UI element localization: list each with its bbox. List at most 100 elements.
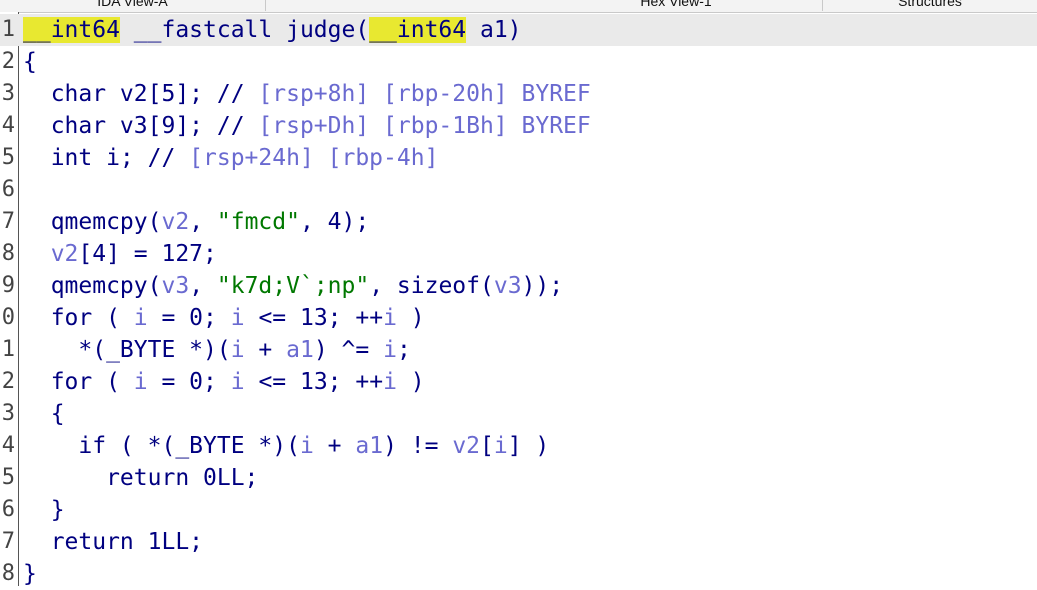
code-token: a1)	[466, 17, 522, 43]
code-text: char v2[5]; // [rsp+8h] [rbp-20h] BYREF	[23, 78, 591, 110]
code-token: v3	[161, 273, 190, 299]
code-line[interactable]: 6	[0, 174, 1037, 206]
code-token: "fmcd"	[216, 209, 300, 235]
code-text: }	[23, 494, 65, 526]
code-line[interactable]: 2{	[0, 46, 1037, 78]
code-token: [rsp+8h] [rbp-20h] BYREF	[258, 81, 591, 107]
line-number: 6	[1, 177, 15, 202]
code-token: )	[396, 369, 425, 395]
code-line[interactable]: 1 __int64 __fastcall judge(__int64 a1)	[0, 14, 1037, 46]
code-line[interactable]: 7 return 1LL;	[0, 526, 1037, 558]
code-token: qmemcpy(	[23, 209, 162, 235]
code-token: v2	[50, 241, 79, 267]
code-token: return 1LL;	[23, 529, 204, 555]
code-token: v3	[493, 273, 522, 299]
code-text: }	[23, 558, 37, 590]
code-token: for (	[23, 369, 134, 395]
pseudocode-editor[interactable]: 1 __int64 __fastcall judge(__int64 a1) 2{3…	[0, 12, 1037, 587]
code-line[interactable]: 3 char v2[5]; // [rsp+8h] [rbp-20h] BYRE…	[0, 78, 1037, 110]
code-token: i	[133, 369, 148, 395]
code-token: = 0;	[147, 369, 231, 395]
code-text: __int64 __fastcall judge(__int64 a1)	[23, 14, 522, 46]
line-number: 3	[1, 401, 15, 426]
code-line[interactable]: 8}	[0, 558, 1037, 590]
line-number: 1	[1, 17, 15, 42]
code-line[interactable]: 6 }	[0, 494, 1037, 526]
code-token: i	[133, 305, 148, 331]
code-token: i	[230, 337, 245, 363]
code-token: [4] = 127;	[78, 241, 217, 267]
line-number: 2	[1, 49, 15, 74]
code-token: }	[23, 497, 65, 523]
code-text: for ( i = 0; i <= 13; ++i )	[23, 366, 425, 398]
code-text: {	[23, 398, 65, 430]
line-number: 0	[1, 305, 15, 330]
code-token: if ( *(_BYTE *)(	[23, 433, 300, 459]
code-token: ) ^=	[313, 337, 384, 363]
code-token: ,	[189, 273, 217, 299]
highlighted-token: __int64	[23, 17, 120, 43]
code-line[interactable]: 7 qmemcpy(v2, "fmcd", 4);	[0, 206, 1037, 238]
code-token: return 0LL;	[23, 465, 259, 491]
code-token: , sizeof(	[369, 273, 494, 299]
code-line[interactable]: 2 for ( i = 0; i <= 13; ++i )	[0, 366, 1037, 398]
line-number: 3	[1, 81, 15, 106]
code-line[interactable]: 4 if ( *(_BYTE *)(i + a1) != v2[i] )	[0, 430, 1037, 462]
code-line[interactable]: 3 {	[0, 398, 1037, 430]
line-number: 7	[1, 529, 15, 554]
code-token: v2	[161, 209, 190, 235]
code-text: *(_BYTE *)(i + a1) ^= i;	[23, 334, 411, 366]
code-token: [rsp+Dh] [rbp-1Bh] BYREF	[258, 113, 591, 139]
code-text: {	[23, 46, 37, 78]
code-line[interactable]: 5 int i; // [rsp+24h] [rbp-4h]	[0, 142, 1037, 174]
code-token: [	[480, 433, 494, 459]
code-token: {	[23, 401, 65, 427]
code-token: int i; //	[23, 145, 190, 171]
code-text: qmemcpy(v3, "k7d;V`;np", sizeof(v3));	[23, 270, 563, 302]
code-token: ));	[521, 273, 564, 299]
code-text: if ( *(_BYTE *)(i + a1) != v2[i] )	[23, 430, 549, 462]
code-line[interactable]: 0 for ( i = 0; i <= 13; ++i )	[0, 302, 1037, 334]
code-token: ] )	[507, 433, 550, 459]
code-token: {	[23, 49, 37, 75]
line-number: 5	[1, 145, 15, 170]
code-token: __fastcall judge(	[119, 17, 370, 43]
code-token: a1	[355, 433, 384, 459]
highlighted-token: __int64	[369, 17, 467, 43]
line-number: 9	[1, 273, 15, 298]
code-token: ;	[396, 337, 411, 363]
code-token: ) !=	[383, 433, 453, 459]
tab-structures[interactable]: Structures	[823, 0, 1037, 11]
code-token: <= 13; ++	[244, 369, 384, 395]
code-token: qmemcpy(	[23, 273, 162, 299]
code-text: return 1LL;	[23, 526, 203, 558]
code-token: v2	[452, 433, 481, 459]
code-token: }	[23, 561, 37, 587]
code-token: i	[383, 369, 397, 395]
code-text: qmemcpy(v2, "fmcd", 4);	[23, 206, 370, 238]
code-token: )	[396, 305, 425, 331]
tab-ida-view-a[interactable]: IDA View-A	[0, 0, 266, 11]
code-token: i	[230, 305, 245, 331]
code-token: i	[383, 305, 397, 331]
code-line[interactable]: 4 char v3[9]; // [rsp+Dh] [rbp-1Bh] BYRE…	[0, 110, 1037, 142]
tab-hex-view-1[interactable]: Hex View-1	[530, 0, 823, 11]
code-text: v2[4] = 127;	[23, 238, 217, 270]
code-line[interactable]: 8 v2[4] = 127;	[0, 238, 1037, 270]
code-line[interactable]: 1 *(_BYTE *)(i + a1) ^= i;	[0, 334, 1037, 366]
code-token: a1	[286, 337, 314, 363]
code-token: , 4);	[299, 209, 370, 235]
code-token: +	[244, 337, 287, 363]
code-line[interactable]: 9 qmemcpy(v3, "k7d;V`;np", sizeof(v3));	[0, 270, 1037, 302]
code-token: i	[493, 433, 508, 459]
line-number: 8	[1, 241, 15, 266]
code-token: char v3[9]; //	[23, 113, 259, 139]
code-token: *(_BYTE *)(	[23, 337, 231, 363]
line-number: 4	[1, 433, 15, 458]
code-token: [rsp+24h] [rbp-4h]	[189, 145, 439, 171]
code-line[interactable]: 5 return 0LL;	[0, 462, 1037, 494]
code-token: i	[299, 433, 314, 459]
code-token: ,	[189, 209, 217, 235]
line-number: 1	[1, 337, 15, 362]
